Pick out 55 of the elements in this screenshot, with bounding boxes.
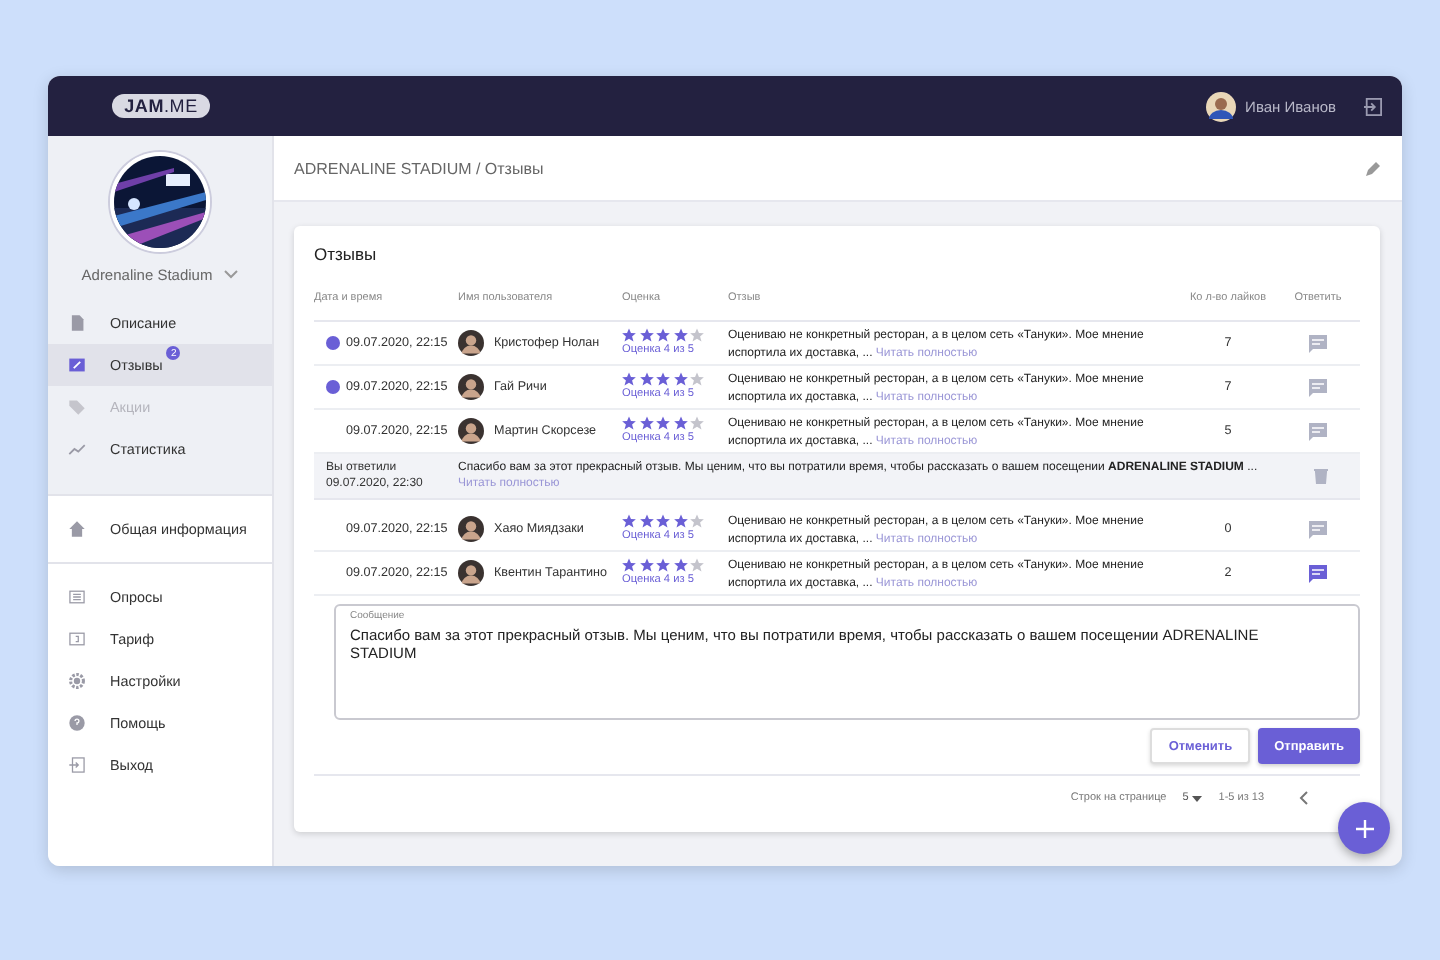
star-icon	[622, 558, 636, 572]
star-icon	[673, 514, 687, 528]
logo[interactable]: JAM.ME	[112, 94, 210, 118]
star-icon	[639, 558, 653, 572]
logout-icon[interactable]	[1364, 97, 1382, 115]
star-icon	[656, 372, 670, 386]
chevron-left-icon[interactable]	[1296, 790, 1312, 806]
avatar	[458, 516, 484, 542]
star-icon	[656, 514, 670, 528]
chart-icon	[68, 440, 86, 458]
edit-icon[interactable]	[1366, 160, 1382, 176]
star-icon	[639, 514, 653, 528]
star-icon	[656, 558, 670, 572]
star-icon	[656, 416, 670, 430]
gear-icon	[68, 672, 86, 690]
avatar	[458, 374, 484, 400]
comment-icon[interactable]	[1308, 519, 1328, 539]
list-icon	[68, 588, 86, 606]
edit-icon	[68, 356, 86, 374]
star-icon	[656, 328, 670, 342]
breadcrumb: ADRENALINE STADIUM / Отзывы	[294, 159, 544, 177]
add-button[interactable]	[1338, 802, 1390, 854]
star-icon	[622, 416, 636, 430]
trash-icon[interactable]	[1313, 468, 1327, 484]
star-icon	[690, 328, 704, 342]
star-icon	[690, 514, 704, 528]
star-icon	[639, 372, 653, 386]
document-icon	[68, 314, 86, 332]
avatar	[458, 418, 484, 444]
avatar	[458, 560, 484, 586]
chevron-down-icon[interactable]	[224, 270, 239, 280]
help-icon	[68, 714, 86, 732]
star-icon	[673, 372, 687, 386]
star-icon	[673, 558, 687, 572]
comment-icon[interactable]	[1308, 333, 1328, 353]
star-icon	[622, 372, 636, 386]
star-icon	[690, 372, 704, 386]
avatar	[458, 330, 484, 356]
card-title: Отзывы	[314, 244, 379, 264]
plus-icon	[1355, 819, 1373, 837]
comment-icon[interactable]	[1308, 421, 1328, 441]
star-icon	[639, 328, 653, 342]
star-icon	[673, 416, 687, 430]
star-icon	[673, 328, 687, 342]
star-icon	[622, 514, 636, 528]
star-icon	[639, 416, 653, 430]
comment-icon[interactable]	[1308, 563, 1328, 583]
exit-icon	[68, 756, 86, 774]
star-icon	[690, 416, 704, 430]
tag-icon	[68, 398, 86, 416]
star-icon	[622, 328, 636, 342]
comment-icon[interactable]	[1308, 377, 1328, 397]
avatar[interactable]	[1205, 91, 1236, 121]
star-icon	[690, 558, 704, 572]
home-icon	[68, 520, 86, 538]
